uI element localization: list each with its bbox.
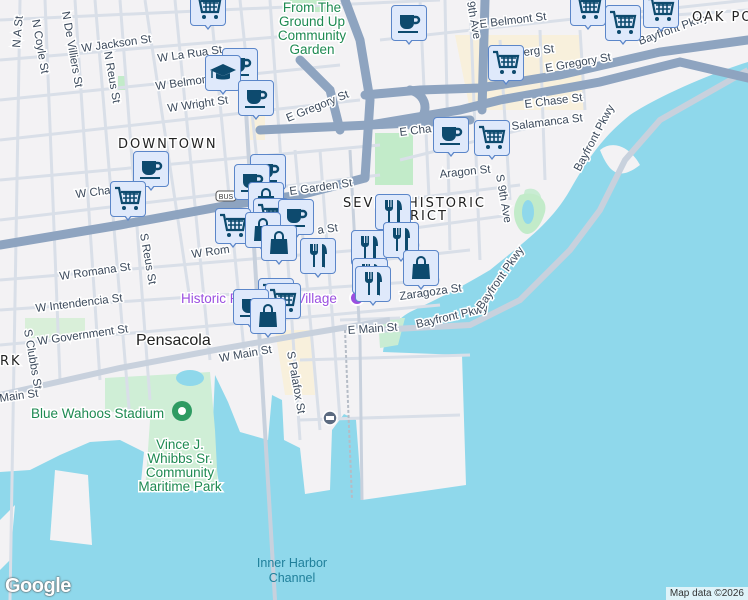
marker-pointer — [216, 84, 230, 93]
pier-land — [50, 470, 92, 545]
marker-pointer — [402, 34, 416, 43]
bus-shield-text: BUS — [219, 194, 234, 201]
restaurant-marker[interactable] — [355, 266, 391, 310]
shopping-marker[interactable] — [403, 250, 439, 294]
pond — [522, 200, 534, 224]
park-label-line: Vince J. — [156, 437, 204, 452]
marker-pointer — [226, 237, 240, 246]
grocery-marker[interactable] — [605, 5, 641, 49]
city-label: Pensacola — [136, 332, 211, 349]
grocery-marker[interactable] — [488, 45, 524, 89]
marker-pointer — [366, 295, 380, 304]
grocery-marker[interactable] — [110, 181, 146, 225]
marker-pointer — [444, 146, 458, 155]
coffee-marker[interactable] — [238, 80, 274, 124]
marker-pointer — [201, 19, 215, 28]
marker-pointer — [654, 21, 668, 30]
area-label-downtown: DOWNTOWN — [118, 137, 218, 152]
stadium-icon[interactable] — [172, 401, 192, 421]
park-label-line: Whibbs Sr. — [147, 451, 212, 466]
grocery-marker[interactable] — [570, 0, 606, 34]
ferry-icon[interactable] — [322, 410, 338, 426]
coffee-marker[interactable] — [433, 117, 469, 161]
marker-pointer — [499, 74, 513, 83]
marker-pointer — [414, 279, 428, 288]
park-label-line: Community — [278, 28, 347, 43]
coffee-marker[interactable] — [391, 5, 427, 49]
park-label-line: From The — [283, 0, 341, 15]
stadium-label[interactable]: Blue Wahoos Stadium — [30, 405, 166, 423]
water-label-line: Channel — [269, 571, 316, 585]
marker-pointer — [272, 254, 286, 263]
grocery-marker[interactable] — [190, 0, 226, 34]
marker-pointer — [249, 109, 263, 118]
grocery-marker[interactable] — [643, 0, 679, 36]
grocery-marker[interactable] — [474, 120, 510, 164]
shopping-marker[interactable] — [250, 298, 286, 342]
map-attribution[interactable]: Map data ©2026 — [665, 587, 748, 600]
marker-pointer — [616, 34, 630, 43]
shopping-marker[interactable] — [261, 225, 297, 269]
marker-pointer — [581, 19, 595, 28]
park-label-line: Maritime Park — [138, 479, 222, 494]
school-marker[interactable] — [205, 55, 241, 99]
park-label-line: Ground Up — [279, 14, 345, 29]
marker-pointer — [144, 180, 158, 189]
marker-pointer — [485, 149, 499, 158]
park-label-line: Community — [146, 465, 215, 480]
area-label: RK — [0, 354, 22, 369]
bus-shield: BUS — [215, 190, 237, 202]
marker-pointer — [311, 267, 325, 276]
restaurant-marker[interactable] — [300, 238, 336, 282]
park-label-line: Garden — [289, 42, 334, 57]
water-label-line: Inner Harbor — [257, 556, 327, 570]
pond — [176, 370, 204, 386]
marker-pointer — [261, 327, 275, 336]
area-label-oak-park: OAK PO — [692, 10, 748, 25]
google-logo[interactable]: Google — [5, 575, 71, 598]
marker-pointer — [121, 210, 135, 219]
